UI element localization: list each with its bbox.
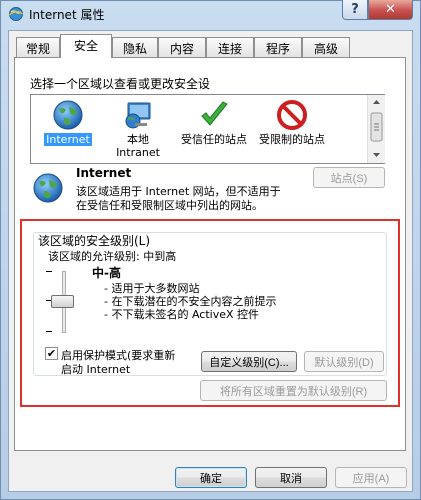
zone-item-trusted[interactable]: 受信任的站点 [179, 99, 249, 146]
tab-label: 连接 [217, 42, 242, 56]
zone-prompt: 选择一个区域以查看或更改安全设 [30, 77, 211, 91]
tab-security[interactable]: 安全 [60, 34, 112, 58]
tab-advanced[interactable]: 高级 [302, 37, 350, 57]
zone-item-intranet[interactable]: 本地 Intranet [103, 99, 173, 159]
tab-label: 安全 [73, 39, 98, 53]
highlight-frame [20, 219, 400, 407]
close-button[interactable]: ✕ [368, 0, 413, 20]
sites-button[interactable]: 站点(S) [313, 167, 385, 188]
zone-label: 受信任的站点 [181, 133, 247, 146]
zone-item-restricted[interactable]: 受限制的站点 [257, 99, 327, 146]
ok-button[interactable]: 确定 [175, 467, 247, 488]
tab-privacy[interactable]: 隐私 [112, 37, 158, 57]
zone-label: 受限制的站点 [259, 133, 325, 146]
cancel-button[interactable]: 取消 [255, 467, 327, 488]
internet-zone-globe-icon [32, 172, 64, 204]
tab-label: 内容 [169, 42, 194, 56]
zone-label: Internet [44, 133, 92, 146]
zone-item-internet[interactable]: Internet [33, 99, 103, 146]
zone-list-scrollbar[interactable] [367, 95, 385, 163]
tab-general[interactable]: 常规 [16, 37, 60, 57]
window-title: Internet 属性 [29, 8, 105, 22]
ie-globe-icon [8, 6, 24, 22]
tab-content[interactable]: 内容 [158, 37, 206, 57]
zone-list: Internet 本地 Intranet 受信任的站点 受限制的站点 [30, 94, 385, 164]
zone-title: Internet [76, 166, 132, 180]
restricted-icon [276, 99, 308, 131]
title-bar[interactable]: Internet 属性 ? ✕ [0, 0, 421, 30]
help-icon: ? [351, 2, 359, 17]
tab-label: 程序 [265, 42, 290, 56]
tab-label: 隐私 [122, 42, 147, 56]
apply-button[interactable]: 应用(A) [335, 467, 407, 488]
scroll-up-icon[interactable] [373, 100, 380, 104]
scroll-down-icon[interactable] [373, 153, 380, 157]
zone-label: 本地 Intranet [116, 133, 160, 159]
close-icon: ✕ [385, 2, 396, 17]
tab-label: 常规 [25, 42, 50, 56]
tab-label: 高级 [313, 42, 338, 56]
globe-icon [52, 99, 84, 131]
tab-programs[interactable]: 程序 [254, 37, 302, 57]
help-button[interactable]: ? [342, 0, 368, 20]
intranet-icon [122, 99, 154, 131]
zone-description-line2: 在受信任和受限制区域中列出的网站。 [76, 199, 263, 212]
tab-connections[interactable]: 连接 [206, 37, 254, 57]
trusted-check-icon [198, 99, 230, 131]
